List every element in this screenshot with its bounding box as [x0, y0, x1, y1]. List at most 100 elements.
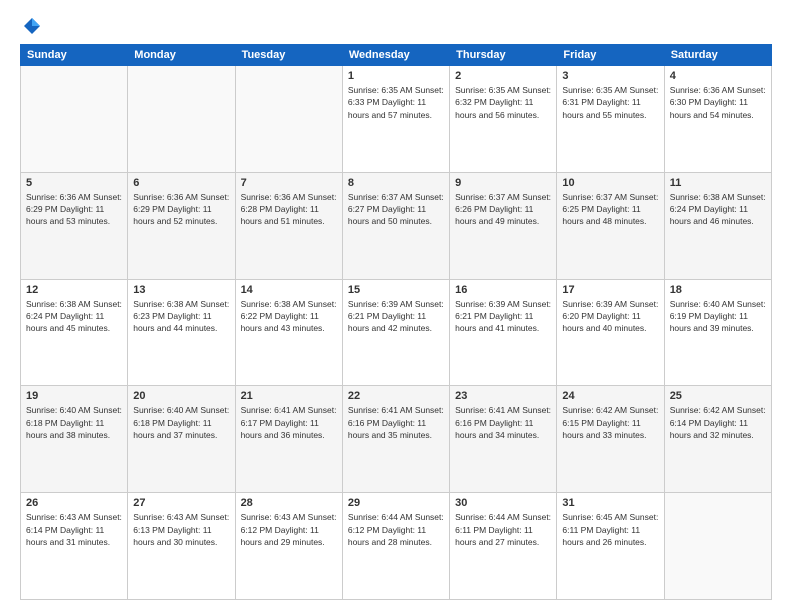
calendar-cell: 2Sunrise: 6:35 AM Sunset: 6:32 PM Daylig…: [450, 66, 557, 173]
calendar-cell: 6 Sunrise: 6:36 AM Sunset: 6:29 PM Daylig…: [128, 172, 235, 279]
day-number: 26: [26, 497, 122, 509]
day-info: Sunrise: 6:42 AM Sunset: 6:15 PM Dayligh…: [562, 404, 658, 441]
week-row-4: 19 Sunrise: 6:40 AM Sunset: 6:18 PM Dayli…: [21, 386, 772, 493]
calendar-cell: 31Sunrise: 6:45 AM Sunset: 6:11 PM Dayli…: [557, 493, 664, 600]
day-number: 9: [455, 177, 551, 189]
day-number: 23: [455, 390, 551, 402]
calendar-cell: 16Sunrise: 6:39 AM Sunset: 6:21 PM Dayli…: [450, 279, 557, 386]
day-number: 17: [562, 284, 658, 296]
calendar-cell: 19Sunrise: 6:40 AM Sunset: 6:18 PM Dayli…: [21, 386, 128, 493]
logo-icon: [22, 16, 42, 36]
day-number: 28: [241, 497, 337, 509]
day-number: 29: [348, 497, 444, 509]
page: SundayMondayTuesdayWednesdayThursdayFrid…: [0, 0, 792, 612]
calendar-cell: 20 Sunrise: 6:40 AM Sunset: 6:18 PM Dayli…: [128, 386, 235, 493]
calendar-cell: 3Sunrise: 6:35 AM Sunset: 6:31 PM Daylig…: [557, 66, 664, 173]
day-number: 10: [562, 177, 658, 189]
day-info: Sunrise: 6:38 AM Sunset: 6:24 PM Dayligh…: [26, 298, 122, 335]
calendar-cell: 12 Sunrise: 6:38 AM Sunset: 6:24 PM Dayli…: [21, 279, 128, 386]
calendar-cell: [235, 66, 342, 173]
day-info: Sunrise: 6:41 AM Sunset: 6:16 PM Dayligh…: [455, 404, 551, 441]
calendar-cell: 11 Sunrise: 6:38 AM Sunset: 6:24 PM Dayli…: [664, 172, 771, 279]
day-info: Sunrise: 6:43 AM Sunset: 6:13 PM Dayligh…: [133, 511, 229, 548]
calendar-cell: 28 Sunrise: 6:43 AM Sunset: 6:12 PM Dayli…: [235, 493, 342, 600]
calendar-cell: [664, 493, 771, 600]
weekday-header-friday: Friday: [557, 45, 664, 66]
day-info: Sunrise: 6:42 AM Sunset: 6:14 PM Dayligh…: [670, 404, 766, 441]
day-info: Sunrise: 6:36 AM Sunset: 6:28 PM Dayligh…: [241, 191, 337, 228]
weekday-header-saturday: Saturday: [664, 45, 771, 66]
day-info: Sunrise: 6:41 AM Sunset: 6:16 PM Dayligh…: [348, 404, 444, 441]
day-number: 4: [670, 70, 766, 82]
day-number: 12: [26, 284, 122, 296]
day-info: Sunrise: 6:37 AM Sunset: 6:25 PM Dayligh…: [562, 191, 658, 228]
calendar-cell: 7 Sunrise: 6:36 AM Sunset: 6:28 PM Daylig…: [235, 172, 342, 279]
calendar-cell: 22 Sunrise: 6:41 AM Sunset: 6:16 PM Dayli…: [342, 386, 449, 493]
calendar-cell: 8 Sunrise: 6:37 AM Sunset: 6:27 PM Daylig…: [342, 172, 449, 279]
calendar-cell: 26Sunrise: 6:43 AM Sunset: 6:14 PM Dayli…: [21, 493, 128, 600]
day-number: 13: [133, 284, 229, 296]
weekday-header-row: SundayMondayTuesdayWednesdayThursdayFrid…: [21, 45, 772, 66]
day-number: 16: [455, 284, 551, 296]
day-number: 5: [26, 177, 122, 189]
weekday-header-monday: Monday: [128, 45, 235, 66]
day-number: 25: [670, 390, 766, 402]
calendar-cell: [21, 66, 128, 173]
day-info: Sunrise: 6:41 AM Sunset: 6:17 PM Dayligh…: [241, 404, 337, 441]
week-row-1: 1 Sunrise: 6:35 AM Sunset: 6:33 PM Daylig…: [21, 66, 772, 173]
calendar-cell: 27 Sunrise: 6:43 AM Sunset: 6:13 PM Dayli…: [128, 493, 235, 600]
day-info: Sunrise: 6:36 AM Sunset: 6:29 PM Dayligh…: [133, 191, 229, 228]
day-number: 19: [26, 390, 122, 402]
day-info: Sunrise: 6:44 AM Sunset: 6:12 PM Dayligh…: [348, 511, 444, 548]
day-info: Sunrise: 6:38 AM Sunset: 6:22 PM Dayligh…: [241, 298, 337, 335]
day-number: 6: [133, 177, 229, 189]
calendar-cell: [128, 66, 235, 173]
day-number: 22: [348, 390, 444, 402]
week-row-3: 12 Sunrise: 6:38 AM Sunset: 6:24 PM Dayli…: [21, 279, 772, 386]
day-number: 8: [348, 177, 444, 189]
calendar-cell: 25 Sunrise: 6:42 AM Sunset: 6:14 PM Dayli…: [664, 386, 771, 493]
day-number: 7: [241, 177, 337, 189]
calendar-cell: 4 Sunrise: 6:36 AM Sunset: 6:30 PM Daylig…: [664, 66, 771, 173]
day-info: Sunrise: 6:35 AM Sunset: 6:32 PM Dayligh…: [455, 84, 551, 121]
day-number: 15: [348, 284, 444, 296]
day-info: Sunrise: 6:44 AM Sunset: 6:11 PM Dayligh…: [455, 511, 551, 548]
day-info: Sunrise: 6:40 AM Sunset: 6:19 PM Dayligh…: [670, 298, 766, 335]
week-row-5: 26Sunrise: 6:43 AM Sunset: 6:14 PM Dayli…: [21, 493, 772, 600]
day-info: Sunrise: 6:36 AM Sunset: 6:30 PM Dayligh…: [670, 84, 766, 121]
day-info: Sunrise: 6:38 AM Sunset: 6:24 PM Dayligh…: [670, 191, 766, 228]
calendar-cell: 10 Sunrise: 6:37 AM Sunset: 6:25 PM Dayli…: [557, 172, 664, 279]
day-number: 3: [562, 70, 658, 82]
calendar-cell: 21 Sunrise: 6:41 AM Sunset: 6:17 PM Dayli…: [235, 386, 342, 493]
day-info: Sunrise: 6:37 AM Sunset: 6:27 PM Dayligh…: [348, 191, 444, 228]
day-number: 21: [241, 390, 337, 402]
weekday-header-wednesday: Wednesday: [342, 45, 449, 66]
day-number: 18: [670, 284, 766, 296]
day-info: Sunrise: 6:39 AM Sunset: 6:20 PM Dayligh…: [562, 298, 658, 335]
day-number: 11: [670, 177, 766, 189]
day-info: Sunrise: 6:36 AM Sunset: 6:29 PM Dayligh…: [26, 191, 122, 228]
calendar-cell: 30 Sunrise: 6:44 AM Sunset: 6:11 PM Dayli…: [450, 493, 557, 600]
calendar-cell: 9Sunrise: 6:37 AM Sunset: 6:26 PM Daylig…: [450, 172, 557, 279]
calendar-cell: 14Sunrise: 6:38 AM Sunset: 6:22 PM Dayli…: [235, 279, 342, 386]
day-number: 24: [562, 390, 658, 402]
weekday-header-tuesday: Tuesday: [235, 45, 342, 66]
day-info: Sunrise: 6:40 AM Sunset: 6:18 PM Dayligh…: [133, 404, 229, 441]
calendar-cell: 17 Sunrise: 6:39 AM Sunset: 6:20 PM Dayli…: [557, 279, 664, 386]
calendar-cell: 1 Sunrise: 6:35 AM Sunset: 6:33 PM Daylig…: [342, 66, 449, 173]
calendar-cell: 29 Sunrise: 6:44 AM Sunset: 6:12 PM Dayli…: [342, 493, 449, 600]
day-info: Sunrise: 6:38 AM Sunset: 6:23 PM Dayligh…: [133, 298, 229, 335]
weekday-header-sunday: Sunday: [21, 45, 128, 66]
day-number: 27: [133, 497, 229, 509]
day-number: 1: [348, 70, 444, 82]
day-info: Sunrise: 6:35 AM Sunset: 6:33 PM Dayligh…: [348, 84, 444, 121]
day-number: 30: [455, 497, 551, 509]
calendar-cell: 18 Sunrise: 6:40 AM Sunset: 6:19 PM Dayli…: [664, 279, 771, 386]
week-row-2: 5 Sunrise: 6:36 AM Sunset: 6:29 PM Daylig…: [21, 172, 772, 279]
day-number: 20: [133, 390, 229, 402]
calendar-cell: 24 Sunrise: 6:42 AM Sunset: 6:15 PM Dayli…: [557, 386, 664, 493]
logo: [20, 16, 42, 36]
calendar-cell: 13 Sunrise: 6:38 AM Sunset: 6:23 PM Dayli…: [128, 279, 235, 386]
header: [20, 16, 772, 36]
day-info: Sunrise: 6:43 AM Sunset: 6:12 PM Dayligh…: [241, 511, 337, 548]
